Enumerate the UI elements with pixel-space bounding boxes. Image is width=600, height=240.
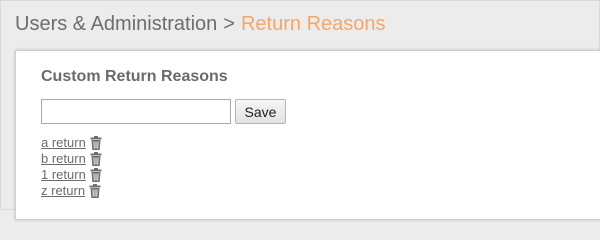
reason-list: a return b return 1 return z return (41, 135, 102, 199)
list-item: z return (41, 183, 102, 199)
list-item: 1 return (41, 167, 102, 183)
reason-link[interactable]: z return (41, 183, 85, 199)
panel-title: Custom Return Reasons (41, 68, 228, 85)
return-reasons-panel: Custom Return Reasons Save a return b re… (15, 50, 600, 220)
page: Users & Administration > Return Reasons Cu… (0, 0, 600, 220)
trash-icon[interactable] (90, 136, 102, 150)
breadcrumb-separator: > (223, 13, 235, 35)
reason-link[interactable]: a return (41, 135, 86, 151)
save-button[interactable]: Save (235, 99, 286, 124)
reason-link[interactable]: 1 return (41, 167, 86, 183)
list-item: b return (41, 151, 102, 167)
breadcrumb: Users & Administration > Return Reasons (15, 12, 386, 36)
breadcrumb-parent[interactable]: Users & Administration (15, 13, 217, 35)
new-reason-input[interactable] (41, 99, 231, 124)
list-item: a return (41, 135, 102, 151)
reason-link[interactable]: b return (41, 151, 86, 167)
breadcrumb-current: Return Reasons (240, 13, 386, 35)
trash-icon[interactable] (89, 184, 101, 198)
trash-icon[interactable] (90, 152, 102, 166)
trash-icon[interactable] (90, 168, 102, 182)
